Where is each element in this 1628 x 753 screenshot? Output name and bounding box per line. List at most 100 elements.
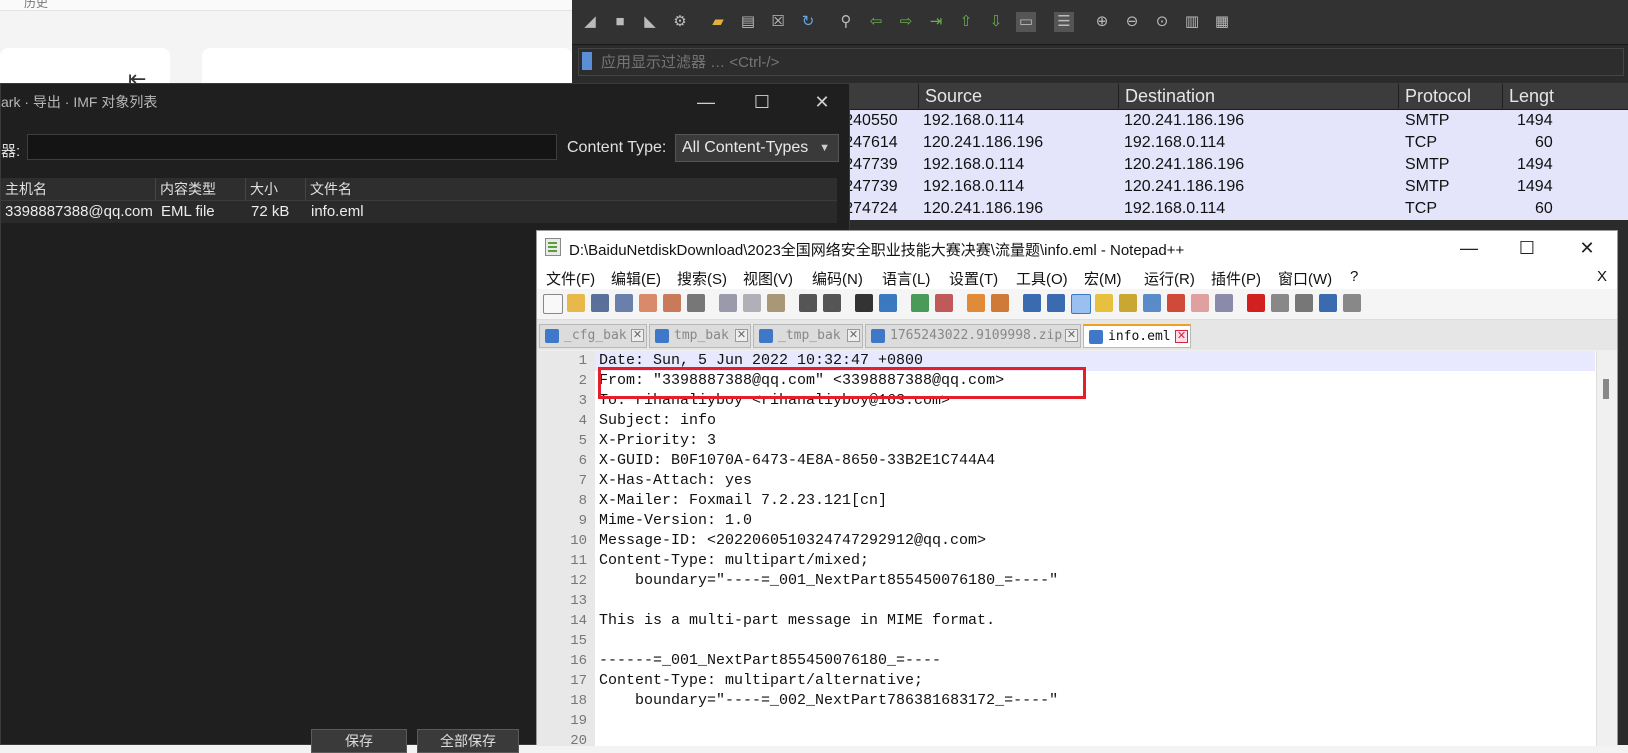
zoom-out-icon[interactable]: ⊖: [1122, 12, 1142, 32]
last-packet-icon[interactable]: ⇩: [986, 12, 1006, 32]
shark-fin-start-icon[interactable]: ◢: [580, 12, 600, 32]
maximize-icon[interactable]: ☐: [1507, 235, 1547, 261]
tab-close-icon[interactable]: ✕: [1175, 330, 1188, 343]
save-all-icon[interactable]: [615, 294, 633, 312]
minimize-icon[interactable]: —: [691, 90, 721, 114]
stop-capture-icon[interactable]: ■: [610, 12, 630, 32]
new-file-icon[interactable]: [543, 294, 563, 314]
zoom-out-icon[interactable]: [935, 294, 953, 312]
menu-language[interactable]: 语言(L): [882, 268, 930, 289]
menu-run[interactable]: 运行(R): [1144, 268, 1195, 289]
save-macro-icon[interactable]: [1343, 294, 1361, 312]
layout-icon[interactable]: ▦: [1212, 12, 1232, 32]
tab-close-icon[interactable]: ✕: [1065, 329, 1078, 342]
save-button[interactable]: 保存: [311, 729, 407, 753]
run-macro-multiple-icon[interactable]: [1319, 294, 1337, 312]
replace-icon[interactable]: [879, 294, 897, 312]
tab-zip[interactable]: 1765243022.9109998.zip ✕: [865, 324, 1081, 348]
tab-info-eml[interactable]: info.eml ✕: [1083, 324, 1191, 348]
table-row[interactable]: 3398887388@qq.com EML file 72 kB info.em…: [1, 201, 837, 223]
menu-tools[interactable]: 工具(O): [1016, 268, 1068, 289]
open-file-icon[interactable]: ▰: [708, 12, 728, 32]
save-all-button[interactable]: 全部保存: [417, 729, 519, 753]
display-filter-input[interactable]: [599, 51, 1603, 73]
maximize-icon[interactable]: ☐: [747, 90, 777, 114]
go-to-packet-icon[interactable]: ⇥: [926, 12, 946, 32]
tab-cfg-bak[interactable]: _cfg_bak ✕: [539, 324, 647, 348]
menu-close-document[interactable]: X: [1597, 268, 1607, 285]
content-type-select[interactable]: All Content-Types ▼: [675, 134, 839, 162]
doc-map-icon[interactable]: [1119, 294, 1137, 312]
stop-macro-icon[interactable]: [1271, 294, 1289, 312]
cut-icon[interactable]: [719, 294, 737, 312]
menu-plugins[interactable]: 插件(P): [1211, 268, 1261, 289]
menu-window[interactable]: 窗口(W): [1278, 268, 1332, 289]
paste-icon[interactable]: [767, 294, 785, 312]
function-list-icon[interactable]: [1143, 294, 1161, 312]
column-filename[interactable]: 文件名: [305, 178, 837, 200]
find-packet-icon[interactable]: ⚲: [836, 12, 856, 32]
monitoring-icon[interactable]: [1215, 294, 1233, 312]
close-icon[interactable]: ✕: [1567, 235, 1607, 261]
zoom-in-icon[interactable]: ⊕: [1092, 12, 1112, 32]
menu-edit[interactable]: 编辑(E): [611, 268, 661, 289]
tab-close-icon[interactable]: ✕: [631, 329, 644, 342]
save-icon[interactable]: [591, 294, 609, 312]
go-back-icon[interactable]: ⇦: [866, 12, 886, 32]
word-wrap-icon[interactable]: [1023, 294, 1041, 312]
close-all-icon[interactable]: [663, 294, 681, 312]
scrollbar-thumb[interactable]: [1603, 379, 1609, 399]
text-editor[interactable]: 1 Date: Sun, 5 Jun 2022 10:32:47 +0800 2 Fr…: [537, 351, 1617, 749]
record-macro-icon[interactable]: [1247, 294, 1265, 312]
column-length[interactable]: Lengt: [1502, 84, 1628, 108]
tab-tmp-bak[interactable]: tmp_bak ✕: [649, 324, 751, 348]
go-forward-icon[interactable]: ⇨: [896, 12, 916, 32]
resize-columns-icon[interactable]: ▥: [1182, 12, 1202, 32]
menu-help[interactable]: ?: [1350, 268, 1358, 285]
column-protocol[interactable]: Protocol: [1398, 84, 1502, 108]
column-hostname[interactable]: 主机名: [1, 178, 155, 200]
print-icon[interactable]: [687, 294, 705, 312]
tab-tmp-bak-2[interactable]: _tmp_bak ✕: [753, 324, 863, 348]
indent-guide-icon[interactable]: [1071, 294, 1091, 314]
column-content-type[interactable]: 内容类型: [155, 178, 245, 200]
find-icon[interactable]: [855, 294, 873, 312]
autoscroll-icon[interactable]: ▭: [1016, 12, 1036, 32]
tab-close-icon[interactable]: ✕: [735, 329, 748, 342]
menu-file[interactable]: 文件(F): [546, 268, 595, 289]
column-source[interactable]: Source: [918, 84, 1118, 108]
close-file-icon[interactable]: ☒: [768, 12, 788, 32]
redo-icon[interactable]: [823, 294, 841, 312]
open-file-icon[interactable]: [567, 294, 585, 312]
menu-macro[interactable]: 宏(M): [1084, 268, 1122, 289]
save-file-icon[interactable]: ▤: [738, 12, 758, 32]
column-size[interactable]: 大小: [245, 178, 305, 200]
undo-icon[interactable]: [799, 294, 817, 312]
language-icon[interactable]: [1095, 294, 1113, 312]
bookmark-icon[interactable]: [582, 52, 592, 70]
copy-icon[interactable]: [743, 294, 761, 312]
reload-icon[interactable]: ↻: [798, 12, 818, 32]
folder-icon[interactable]: [1191, 294, 1209, 312]
tab-close-icon[interactable]: ✕: [847, 329, 860, 342]
menu-view[interactable]: 视图(V): [743, 268, 793, 289]
menu-search[interactable]: 搜索(S): [677, 268, 727, 289]
sync-vertical-icon[interactable]: [967, 294, 985, 312]
first-packet-icon[interactable]: ⇧: [956, 12, 976, 32]
minimize-icon[interactable]: —: [1449, 235, 1489, 261]
text-filter-input[interactable]: [27, 134, 557, 160]
folder-workspace-icon[interactable]: [1167, 294, 1185, 312]
close-icon[interactable]: [639, 294, 657, 312]
zoom-in-icon[interactable]: [911, 294, 929, 312]
vertical-scrollbar[interactable]: [1596, 351, 1617, 746]
menu-settings[interactable]: 设置(T): [949, 268, 998, 289]
close-icon[interactable]: ✕: [807, 90, 837, 114]
sync-horizontal-icon[interactable]: [991, 294, 1009, 312]
capture-options-icon[interactable]: ⚙: [670, 12, 690, 32]
play-macro-icon[interactable]: [1295, 294, 1313, 312]
column-destination[interactable]: Destination: [1118, 84, 1398, 108]
restart-capture-icon[interactable]: ◣: [640, 12, 660, 32]
zoom-reset-icon[interactable]: ⊙: [1152, 12, 1172, 32]
colorize-icon[interactable]: ☰: [1054, 12, 1074, 32]
show-all-chars-icon[interactable]: [1047, 294, 1065, 312]
